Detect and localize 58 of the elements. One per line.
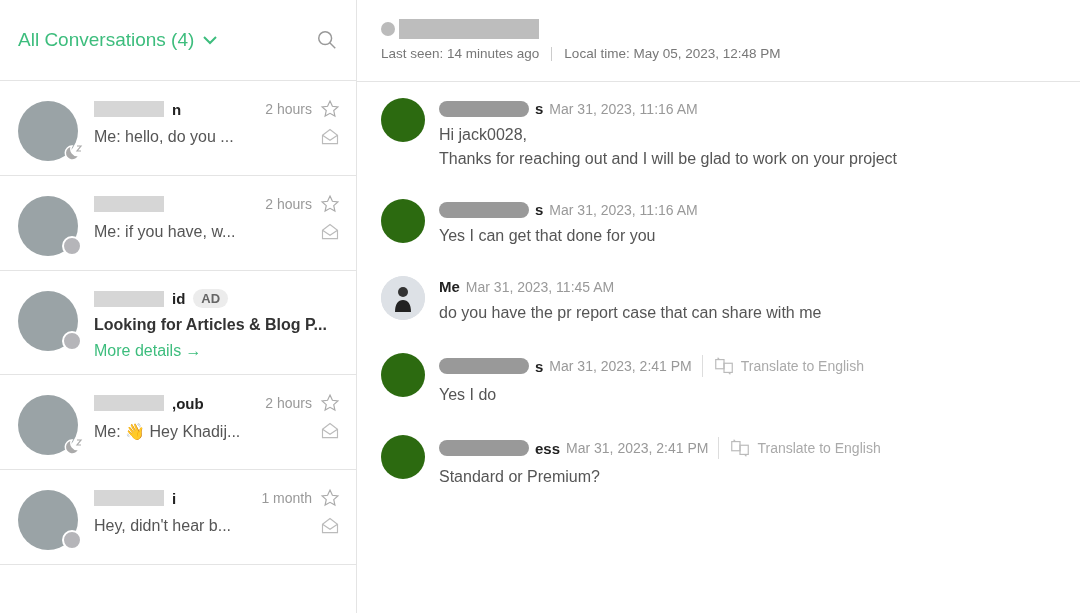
conversation-item[interactable]: 2 hours Me: if you have, w... [0,176,356,271]
timestamp: 2 hours [265,196,312,212]
conversation-item[interactable]: id AD Looking for Articles & Blog P... More details → [0,271,356,375]
redaction-block [94,196,164,212]
message-time: Mar 31, 2023, 2:41 PM [549,358,692,374]
message-preview: Me: if you have, w... [94,223,236,241]
message-time: Mar 31, 2023, 11:16 AM [549,201,698,218]
conversation-item[interactable]: n 2 hours Me: hello, do you ... [0,81,356,176]
star-icon[interactable] [320,488,340,508]
chevron-down-icon [202,35,219,45]
star-icon[interactable] [320,194,340,214]
avatar-placeholder [18,101,78,161]
redaction-block [94,490,164,506]
message-text: Standard or Premium? [439,467,601,487]
message-time: Mar 31, 2023, 11:16 AM [549,100,698,117]
avatar-placeholder [18,291,78,351]
message-preview: Hey, didn't hear b... [94,517,232,535]
message-text: Yes I do [439,385,498,405]
star-icon[interactable] [320,393,340,413]
last-seen-text: Last seen: 14 minutes ago [381,46,540,61]
avatar-placeholder [18,196,78,256]
avatar-placeholder [18,395,78,455]
redaction-block [94,101,164,117]
translate-icon [712,355,735,377]
contact-name: i [172,489,177,507]
envelope-icon[interactable] [320,127,340,147]
envelope-icon[interactable] [320,516,340,536]
contact-name: id [172,290,186,307]
message-time: Mar 31, 2023, 2:41 PM [566,440,709,456]
envelope-icon[interactable] [320,421,340,441]
envelope-icon[interactable] [320,222,340,242]
message-text: Yes I can get that done for you [439,226,657,246]
conversation-item[interactable]: ,oub 2 hours Me: 👋 Hey Khadij... [0,375,356,470]
message-preview: Me: hello, do you ... [94,128,234,146]
message-time: Mar 31, 2023, 11:45 AM [465,278,615,295]
sender-name: s [535,357,544,375]
contact-name: n [172,100,182,118]
search-icon[interactable] [316,29,338,51]
sender-name: Me [439,278,460,295]
conversation-item[interactable]: i 1 month Hey, didn't hear b... [0,470,356,565]
message-text: Hi jack0028, Thanks for reaching out and I will be glad to work on your project [439,125,898,169]
ad-headline: Looking for Articles & Blog P... [94,316,327,334]
translate-icon [729,437,752,459]
redaction-block [94,395,164,411]
redaction-block [94,290,164,307]
local-time-text: Local time: May 05, 2023, 12:48 PM [564,46,781,61]
contact-name: ,oub [172,394,204,412]
message-text: do you have the pr report case that can share with me [439,303,822,323]
star-icon[interactable] [320,99,340,119]
sender-name: ess [535,439,561,457]
timestamp: 2 hours [265,101,312,117]
avatar-placeholder [18,490,78,550]
ad-label: AD [193,289,229,308]
sender-name: s [535,100,544,117]
sender-name: s [535,201,544,218]
timestamp: 1 month [261,490,312,506]
message-preview: Me: 👋 Hey Khadij... [94,421,241,441]
timestamp: 2 hours [265,395,312,411]
